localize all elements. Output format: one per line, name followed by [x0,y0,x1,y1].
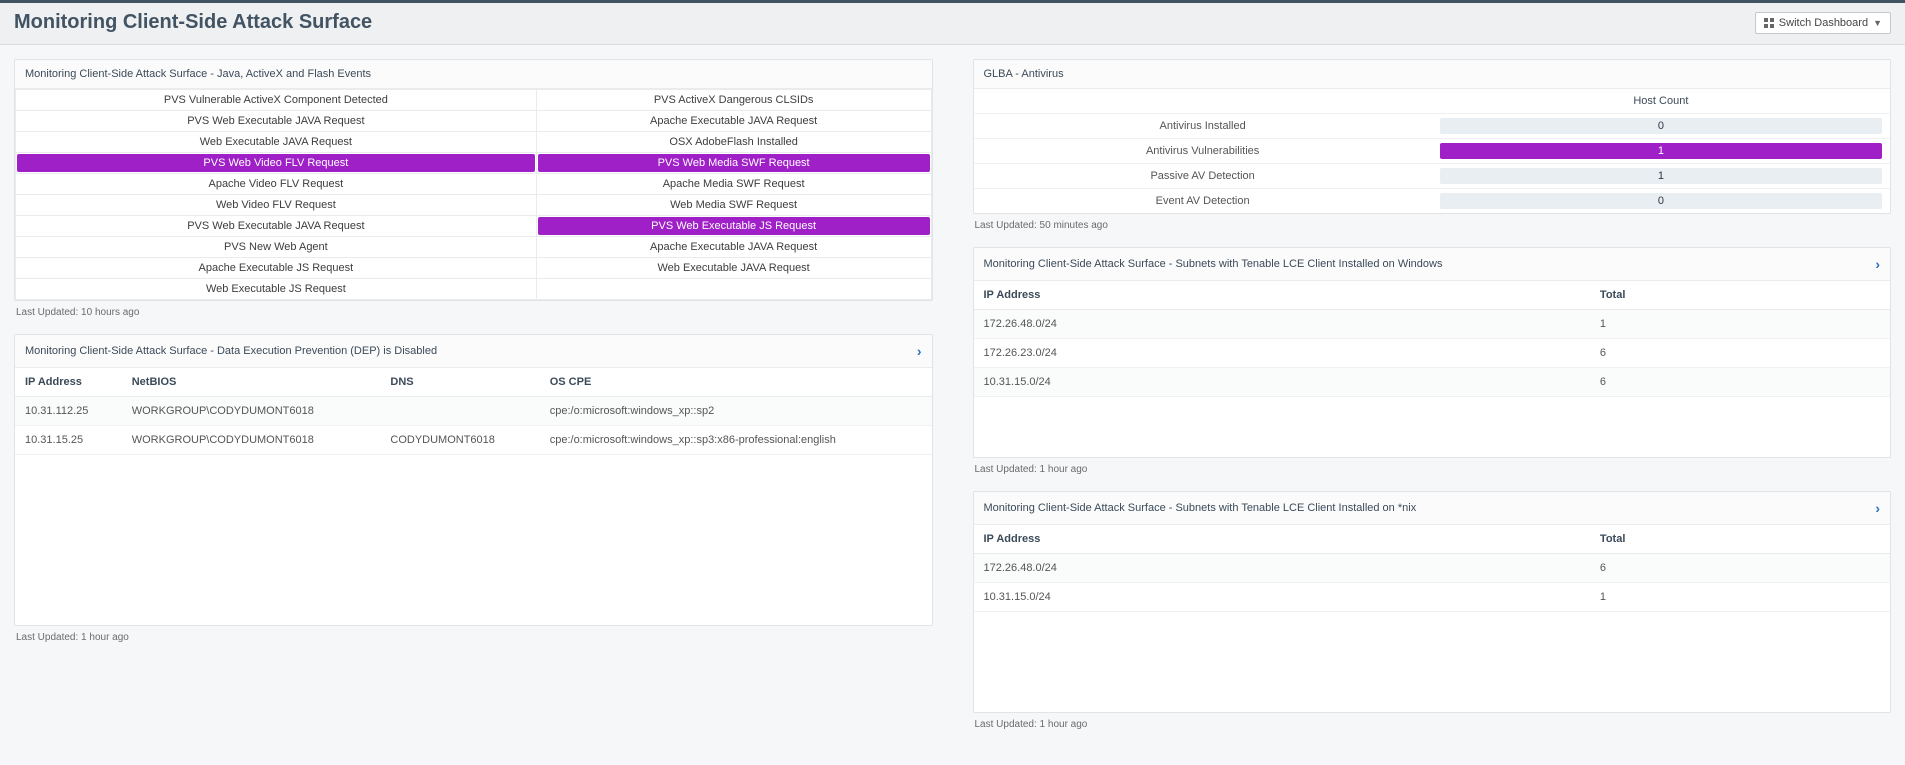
matrix-cell[interactable]: PVS Web Media SWF Request [536,153,931,174]
chevron-right-icon[interactable]: › [917,343,922,359]
panel-dep: Monitoring Client-Side Attack Surface - … [14,334,933,626]
win-subnets-table: IP AddressTotal172.26.48.0/241172.26.23.… [974,281,1891,397]
matrix-cell[interactable]: Apache Executable JAVA Request [536,111,931,132]
matrix-cell[interactable]: Web Media SWF Request [536,195,931,216]
table-row[interactable]: Antivirus Installed0 [974,114,1891,139]
panel-events-title: Monitoring Client-Side Attack Surface - … [25,68,371,80]
count-bar: 1 [1440,143,1882,159]
panel-glba-title: GLBA - Antivirus [984,68,1064,80]
table-row[interactable]: Passive AV Detection1 [974,164,1891,189]
count-bar: 0 [1440,193,1882,209]
column-header[interactable]: Total [1590,525,1890,554]
table-row[interactable]: 172.26.48.0/246 [974,554,1891,583]
table-row[interactable]: Antivirus Vulnerabilities1 [974,139,1891,164]
matrix-cell[interactable]: Apache Video FLV Request [16,174,537,195]
panel-dep-title: Monitoring Client-Side Attack Surface - … [25,345,437,357]
matrix-cell[interactable]: PVS Web Executable JAVA Request [16,216,537,237]
matrix-cell[interactable]: PVS New Web Agent [16,237,537,258]
switch-dashboard-button[interactable]: Switch Dashboard ▼ [1755,12,1891,34]
column-header[interactable]: IP Address [974,281,1590,310]
matrix-cell[interactable]: Web Video FLV Request [16,195,537,216]
nix-last-updated: Last Updated: 1 hour ago [973,713,1892,732]
table-row[interactable]: 172.26.48.0/241 [974,310,1891,339]
count-bar: 0 [1440,118,1882,134]
caret-down-icon: ▼ [1873,18,1882,28]
column-header[interactable]: NetBIOS [122,368,381,397]
chevron-right-icon[interactable]: › [1875,256,1880,272]
panel-events: Monitoring Client-Side Attack Surface - … [14,59,933,301]
dashboard-grid-icon [1764,18,1774,28]
table-row[interactable]: 10.31.15.0/241 [974,583,1891,612]
dep-last-updated: Last Updated: 1 hour ago [14,626,933,645]
table-row[interactable]: 10.31.15.25WORKGROUP\CODYDUMONT6018CODYD… [15,426,932,455]
table-row[interactable]: 10.31.15.0/246 [974,368,1891,397]
switch-dashboard-label: Switch Dashboard [1779,17,1868,29]
column-header[interactable]: OS CPE [540,368,932,397]
page-title: Monitoring Client-Side Attack Surface [14,11,372,34]
glba-last-updated: Last Updated: 50 minutes ago [973,214,1892,233]
matrix-cell[interactable]: Apache Executable JAVA Request [536,237,931,258]
events-last-updated: Last Updated: 10 hours ago [14,301,933,320]
matrix-cell[interactable]: PVS Web Executable JAVA Request [16,111,537,132]
chevron-right-icon[interactable]: › [1875,500,1880,516]
matrix-cell[interactable]: PVS ActiveX Dangerous CLSIDs [536,90,931,111]
panel-glba: GLBA - Antivirus Host CountAntivirus Ins… [973,59,1892,214]
matrix-cell[interactable] [536,279,931,300]
column-header[interactable]: IP Address [15,368,122,397]
panel-nix: Monitoring Client-Side Attack Surface - … [973,491,1892,713]
matrix-cell[interactable]: PVS Web Executable JS Request [536,216,931,237]
page-header: Monitoring Client-Side Attack Surface Sw… [0,3,1905,45]
table-row[interactable]: Event AV Detection0 [974,189,1891,214]
events-matrix: PVS Vulnerable ActiveX Component Detecte… [15,89,932,300]
column-header[interactable]: IP Address [974,525,1590,554]
column-header[interactable]: Total [1590,281,1890,310]
matrix-cell[interactable]: Web Executable JAVA Request [536,258,931,279]
column-header[interactable]: DNS [380,368,539,397]
matrix-cell[interactable]: PVS Web Video FLV Request [16,153,537,174]
matrix-cell[interactable]: OSX AdobeFlash Installed [536,132,931,153]
matrix-cell[interactable]: Web Executable JAVA Request [16,132,537,153]
column-header: Host Count [1432,89,1890,114]
matrix-cell[interactable]: Web Executable JS Request [16,279,537,300]
win-last-updated: Last Updated: 1 hour ago [973,458,1892,477]
panel-nix-title: Monitoring Client-Side Attack Surface - … [984,502,1417,514]
glba-table: Host CountAntivirus Installed0Antivirus … [974,89,1891,213]
table-row[interactable]: 10.31.112.25WORKGROUP\CODYDUMONT6018cpe:… [15,397,932,426]
panel-win: Monitoring Client-Side Attack Surface - … [973,247,1892,458]
count-bar: 1 [1440,168,1882,184]
matrix-cell[interactable]: PVS Vulnerable ActiveX Component Detecte… [16,90,537,111]
nix-subnets-table: IP AddressTotal172.26.48.0/24610.31.15.0… [974,525,1891,612]
matrix-cell[interactable]: Apache Media SWF Request [536,174,931,195]
matrix-cell[interactable]: Apache Executable JS Request [16,258,537,279]
table-row[interactable]: 172.26.23.0/246 [974,339,1891,368]
panel-win-title: Monitoring Client-Side Attack Surface - … [984,258,1443,270]
dep-table: IP AddressNetBIOSDNSOS CPE10.31.112.25WO… [15,368,932,455]
